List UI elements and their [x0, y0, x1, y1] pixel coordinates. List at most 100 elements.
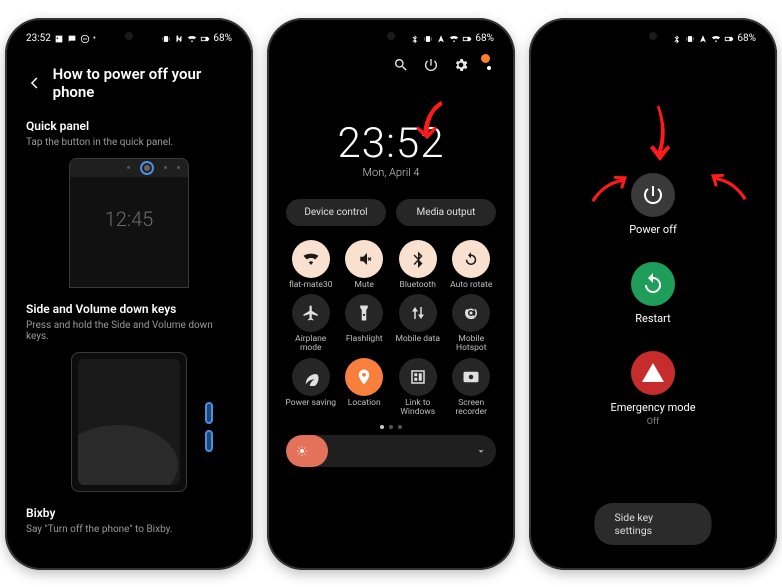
back-icon[interactable] [26, 74, 43, 92]
qs-tile-leaf[interactable]: Power saving [284, 358, 338, 418]
lockscreen-clock: 23:52 Mon, April 4 [274, 119, 508, 179]
sk-mockup [49, 352, 209, 492]
device-control-button[interactable]: Device control [286, 199, 386, 226]
bt-icon [672, 34, 682, 44]
phone-power-menu: 68% Power off Restart Emergency mode Off… [529, 18, 777, 570]
clock-date: Mon, April 4 [274, 166, 508, 179]
sk-mockup-vol-down-highlight [205, 402, 213, 424]
mobiledata-icon [409, 304, 427, 322]
nfc-icon [174, 34, 184, 44]
bixby-desc: Say "Turn off the phone" to Bixby. [26, 524, 232, 535]
qs-tile-mobiledata[interactable]: Mobile data [391, 294, 445, 354]
status-battery: 68% [213, 33, 232, 44]
qs-tile-label: Bluetooth [400, 281, 436, 290]
pic-icon [54, 34, 64, 44]
dnd-icon [80, 34, 90, 44]
side-key-settings-button[interactable]: Side key settings [595, 503, 712, 545]
qs-tile-label: flat-mate30 [289, 281, 333, 290]
phone-quick-panel: 68% 23:52 Mon, April 4 Device control Me… [267, 18, 515, 570]
qp-desc: Tap the button in the quick panel. [26, 137, 232, 148]
status-battery: 68% [737, 33, 756, 44]
emergency-mode-button[interactable]: Emergency mode Off [610, 351, 695, 427]
settings-icon[interactable] [453, 57, 469, 73]
qs-tile-label: Auto rotate [450, 281, 492, 290]
hotspot-icon [462, 304, 480, 322]
sk-mockup-side-key-highlight [205, 430, 213, 452]
chevron-down-icon[interactable] [476, 442, 486, 461]
sk-desc: Press and hold the Side and Volume down … [26, 320, 232, 342]
loc-icon [698, 34, 708, 44]
qs-tile-airplane[interactable]: Airplane mode [284, 294, 338, 354]
qs-tile-label: Screen recorder [445, 399, 499, 418]
qs-tile-hotspot[interactable]: Mobile Hotspot [445, 294, 499, 354]
qs-tile-rotate[interactable]: Auto rotate [445, 240, 499, 290]
power-icon [641, 183, 665, 207]
status-bar: 68% [536, 25, 770, 53]
qs-tile-label: Mute [355, 281, 374, 290]
qp-mockup-clock: 12:45 [70, 207, 188, 231]
power-icon[interactable] [423, 57, 439, 73]
search-icon[interactable] [393, 57, 409, 73]
qs-tile-label: Mobile Hotspot [445, 335, 499, 354]
callout-arrow-icon [646, 103, 676, 167]
battery-icon [200, 34, 210, 44]
airplane-icon [302, 304, 320, 322]
status-battery: 68% [475, 33, 494, 44]
sk-heading: Side and Volume down keys [26, 302, 232, 316]
qs-tile-record[interactable]: Screen recorder [445, 358, 499, 418]
leaf-icon [302, 368, 320, 386]
vibrate-icon [423, 34, 433, 44]
restart-button[interactable]: Restart [631, 262, 675, 325]
emergency-state: Off [647, 417, 659, 427]
qs-tile-wifi[interactable]: flat-mate30 [284, 240, 338, 290]
quick-settings-grid: flat-mate30 Mute Bluetooth Auto rotate Airpl… [274, 240, 508, 418]
wifi-icon [302, 250, 320, 268]
status-bar: 68% [274, 25, 508, 53]
clock-time: 23:52 [274, 119, 508, 168]
battery-icon [462, 34, 472, 44]
qs-tile-label: Power saving [285, 399, 336, 408]
vibrate-icon [685, 34, 695, 44]
qs-tile-flashlight[interactable]: Flashlight [338, 294, 392, 354]
record-icon [462, 368, 480, 386]
power-off-label: Power off [629, 223, 677, 236]
battery-icon [724, 34, 734, 44]
qp-mockup-power-highlight [140, 161, 154, 175]
qs-tile-link[interactable]: Link to Windows [391, 358, 445, 418]
qs-tile-label: Mobile data [395, 335, 440, 344]
page-indicator [274, 425, 508, 429]
qs-tile-label: Location [348, 399, 381, 408]
qs-tile-label: Airplane mode [284, 335, 338, 354]
mute-icon [355, 250, 373, 268]
link-icon [409, 368, 427, 386]
qp-heading: Quick panel [26, 119, 232, 133]
qp-mockup: 12:45 [49, 158, 209, 288]
location-icon [355, 368, 373, 386]
rotate-icon [462, 250, 480, 268]
phone-tips: 23:52 • 68% How to power off your phone … [5, 18, 253, 570]
brightness-icon [296, 445, 308, 457]
msg-icon [67, 34, 77, 44]
power-off-button[interactable]: Power off [629, 173, 677, 236]
restart-label: Restart [635, 312, 670, 325]
brightness-slider[interactable] [286, 435, 496, 467]
media-output-button[interactable]: Media output [396, 199, 496, 226]
notification-badge-icon[interactable] [481, 54, 490, 63]
status-time: 23:52 [26, 33, 51, 44]
qs-tile-label: Flashlight [346, 335, 383, 344]
loc-icon [436, 34, 446, 44]
wifi-icon [449, 34, 459, 44]
restart-icon [641, 272, 665, 296]
status-more: • [93, 34, 96, 44]
emergency-label: Emergency mode [610, 401, 695, 414]
status-bar: 23:52 • 68% [12, 25, 246, 53]
qs-tile-bluetooth[interactable]: Bluetooth [391, 240, 445, 290]
bluetooth-icon [409, 250, 427, 268]
bt-icon [410, 34, 420, 44]
bixby-heading: Bixby [26, 506, 232, 520]
wifi-icon [187, 34, 197, 44]
qs-tile-location[interactable]: Location [338, 358, 392, 418]
flashlight-icon [355, 304, 373, 322]
qs-tile-mute[interactable]: Mute [338, 240, 392, 290]
page-title: How to power off your phone [53, 65, 232, 101]
